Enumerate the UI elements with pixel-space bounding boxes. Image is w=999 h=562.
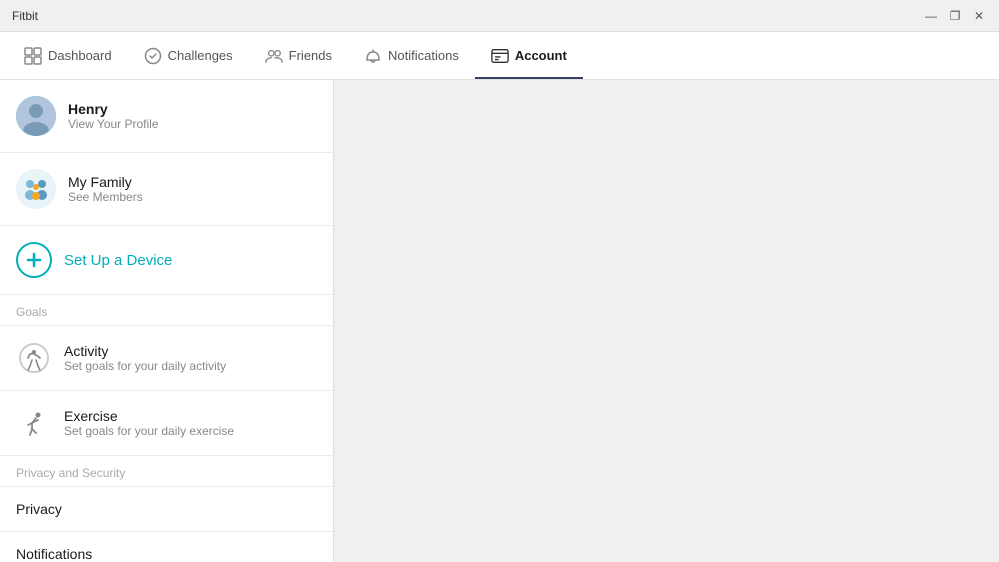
family-avatar <box>16 169 56 209</box>
friends-icon <box>265 47 283 65</box>
app-title: Fitbit <box>12 9 38 23</box>
challenges-icon <box>144 47 162 65</box>
maximize-button[interactable]: ❐ <box>947 8 963 24</box>
activity-sub: Set goals for your daily activity <box>64 359 226 373</box>
profile-sublabel: View Your Profile <box>68 117 159 131</box>
tab-friends-label: Friends <box>289 48 332 63</box>
tab-bar: Dashboard Challenges Friends <box>0 32 999 80</box>
exercise-item[interactable]: Exercise Set goals for your daily exerci… <box>0 391 333 456</box>
avatar <box>16 96 56 136</box>
privacy-section-header: Privacy and Security <box>0 456 333 487</box>
sidebar: Henry View Your Profile <box>0 80 334 562</box>
tab-dashboard-label: Dashboard <box>48 48 112 63</box>
profile-text: Henry View Your Profile <box>68 101 159 131</box>
content-area: Henry View Your Profile <box>0 80 999 562</box>
activity-icon <box>16 340 52 376</box>
exercise-sub: Set goals for your daily exercise <box>64 424 234 438</box>
minimize-button[interactable]: — <box>923 8 939 24</box>
privacy-link[interactable]: Privacy <box>0 487 333 532</box>
notifications-link[interactable]: Notifications <box>0 532 333 562</box>
setup-plus-icon <box>16 242 52 278</box>
app-container: Dashboard Challenges Friends <box>0 32 999 562</box>
account-icon <box>491 47 509 65</box>
exercise-text: Exercise Set goals for your daily exerci… <box>64 408 234 438</box>
tab-notifications[interactable]: Notifications <box>348 32 475 79</box>
family-name: My Family <box>68 174 143 190</box>
tab-friends[interactable]: Friends <box>249 32 348 79</box>
window-controls: — ❐ ✕ <box>923 8 987 24</box>
tab-dashboard[interactable]: Dashboard <box>8 32 128 79</box>
family-text: My Family See Members <box>68 174 143 204</box>
activity-title: Activity <box>64 343 226 359</box>
family-item[interactable]: My Family See Members <box>0 153 333 226</box>
tab-challenges-label: Challenges <box>168 48 233 63</box>
exercise-title: Exercise <box>64 408 234 424</box>
tab-notifications-label: Notifications <box>388 48 459 63</box>
goals-section-header: Goals <box>0 295 333 326</box>
tab-account-label: Account <box>515 48 567 63</box>
title-bar: Fitbit — ❐ ✕ <box>0 0 999 32</box>
family-sublabel: See Members <box>68 190 143 204</box>
tab-account[interactable]: Account <box>475 32 583 79</box>
activity-text: Activity Set goals for your daily activi… <box>64 343 226 373</box>
profile-item[interactable]: Henry View Your Profile <box>0 80 333 153</box>
setup-device-item[interactable]: Set Up a Device <box>0 226 333 295</box>
exercise-icon <box>16 405 52 441</box>
close-button[interactable]: ✕ <box>971 8 987 24</box>
notifications-icon <box>364 47 382 65</box>
setup-device-label: Set Up a Device <box>64 252 172 269</box>
tab-challenges[interactable]: Challenges <box>128 32 249 79</box>
main-panel <box>334 80 999 562</box>
profile-name: Henry <box>68 101 159 117</box>
dashboard-icon <box>24 47 42 65</box>
activity-item[interactable]: Activity Set goals for your daily activi… <box>0 326 333 391</box>
avatar-image <box>16 96 56 136</box>
